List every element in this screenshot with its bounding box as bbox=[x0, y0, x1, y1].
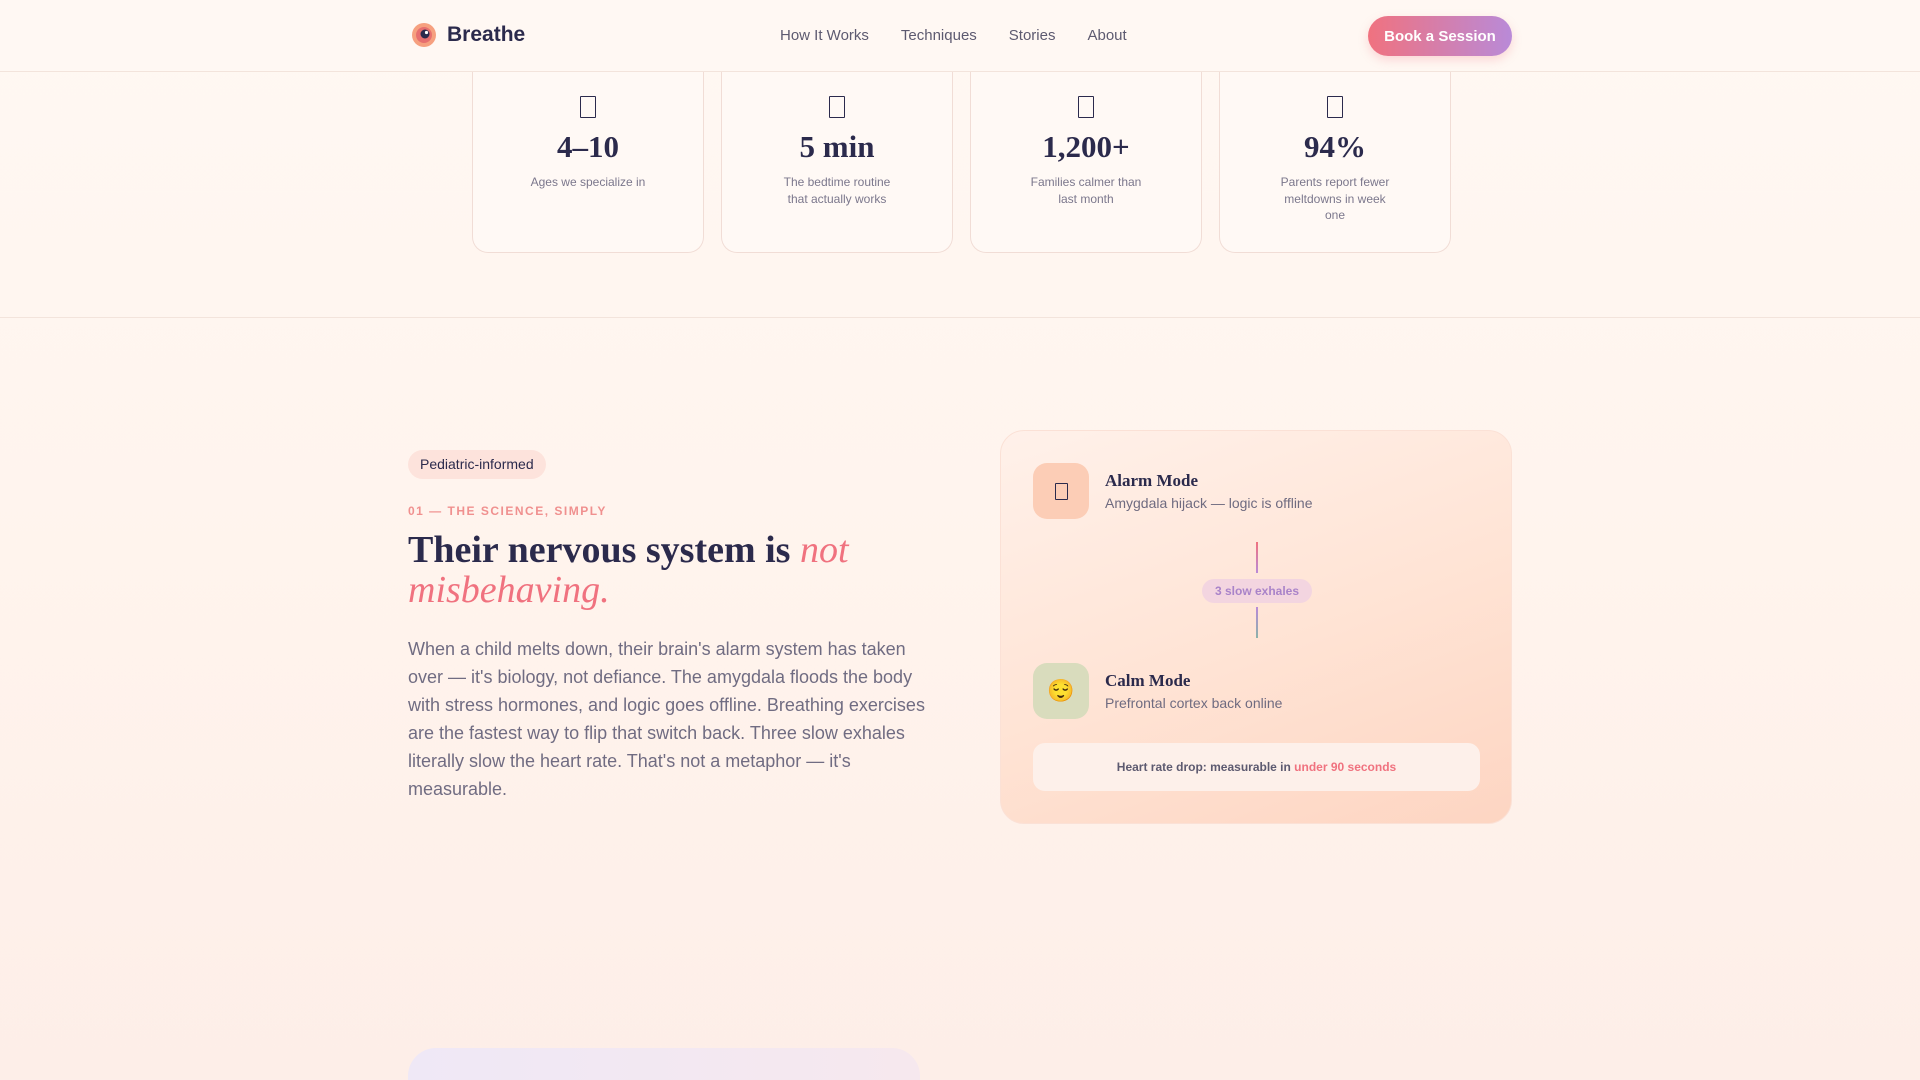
relieved-face-icon: 😌 bbox=[1033, 663, 1089, 719]
stat-value: 4–10 bbox=[557, 129, 619, 164]
logo-icon bbox=[412, 23, 436, 47]
stat-card-meltdowns: 94% Parents report fewer meltdowns in we… bbox=[1219, 62, 1451, 253]
site-header: Breathe How It Works Techniques Stories … bbox=[0, 0, 1920, 72]
connector-line-bottom bbox=[1256, 607, 1258, 638]
stat-card-bedtime: 5 min The bedtime routine that actually … bbox=[721, 62, 953, 253]
headline-plain: Their nervous system is bbox=[408, 529, 800, 571]
stat-card-families: 1,200+ Families calmer than last month bbox=[970, 62, 1202, 253]
heart-rate-prefix: Heart rate drop: measurable in bbox=[1116, 760, 1295, 774]
alarm-mode-title: Alarm Mode bbox=[1105, 471, 1199, 490]
stat-value: 94% bbox=[1304, 129, 1366, 164]
stat-icon bbox=[1327, 96, 1343, 118]
nav-about[interactable]: About bbox=[1087, 27, 1126, 44]
stat-value: 5 min bbox=[799, 129, 875, 164]
nav-stories[interactable]: Stories bbox=[1009, 27, 1056, 44]
section-eyebrow: 01 — THE SCIENCE, SIMPLY bbox=[408, 504, 607, 518]
alarm-icon bbox=[1033, 463, 1089, 519]
section-divider bbox=[0, 317, 1920, 318]
stat-icon bbox=[580, 96, 596, 118]
calm-mode-title: Calm Mode bbox=[1105, 671, 1191, 690]
stat-label: Parents report fewer meltdowns in week o… bbox=[1280, 175, 1390, 222]
stat-label: Families calmer than last month bbox=[1030, 175, 1142, 206]
next-section-card bbox=[408, 1048, 920, 1080]
brand-logo[interactable]: Breathe bbox=[411, 22, 525, 48]
stats-row: 4–10 Ages we specialize in 5 min The bed… bbox=[472, 62, 1451, 253]
nav-how-it-works[interactable]: How It Works bbox=[780, 27, 869, 44]
alarm-mode-subtitle: Amygdala hijack — logic is offline bbox=[1105, 495, 1313, 511]
main-nav: How It Works Techniques Stories About bbox=[780, 27, 1127, 44]
alarm-mode-row: Alarm Mode Amygdala hijack — logic is of… bbox=[1033, 463, 1313, 519]
exhale-pill: 3 slow exhales bbox=[1202, 579, 1312, 603]
pediatric-badge: Pediatric-informed bbox=[408, 450, 546, 479]
calm-mode-row: 😌 Calm Mode Prefrontal cortex back onlin… bbox=[1033, 663, 1282, 719]
calm-mode-subtitle: Prefrontal cortex back online bbox=[1105, 695, 1283, 711]
stat-value: 1,200+ bbox=[1042, 129, 1130, 164]
nav-techniques[interactable]: Techniques bbox=[901, 27, 977, 44]
stat-label: Ages we specialize in bbox=[530, 175, 646, 189]
section-body: When a child melts down, their brain's a… bbox=[408, 639, 925, 799]
heart-rate-highlight: under 90 seconds bbox=[1294, 760, 1397, 774]
stat-icon bbox=[829, 96, 845, 118]
stat-label: The bedtime routine that actually works bbox=[783, 175, 891, 206]
stat-card-ages: 4–10 Ages we specialize in bbox=[472, 62, 704, 253]
stat-icon bbox=[1078, 96, 1094, 118]
nervous-system-card: Alarm Mode Amygdala hijack — logic is of… bbox=[1000, 430, 1512, 824]
brand-name: Breathe bbox=[447, 23, 526, 46]
heart-rate-note: Heart rate drop: measurable in under 90 … bbox=[1033, 743, 1480, 791]
book-session-button[interactable]: Book a Session bbox=[1368, 16, 1512, 56]
connector-line-top bbox=[1256, 542, 1258, 573]
section-headline: Their nervous system is not misbehaving. bbox=[408, 530, 928, 610]
